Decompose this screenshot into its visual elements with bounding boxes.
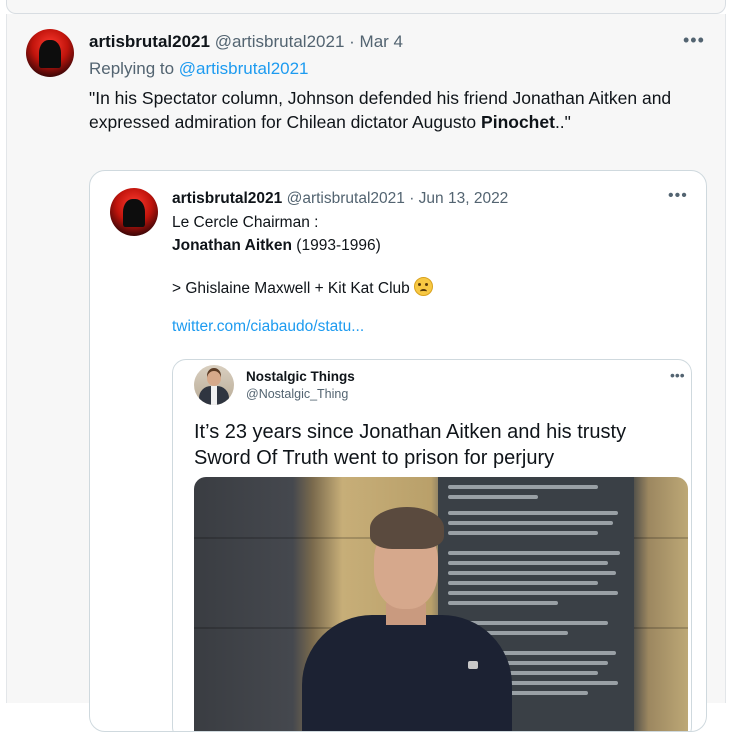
- quoted-line-2-rest: (1993-1996): [292, 237, 381, 254]
- replying-to-handle-link[interactable]: @artisbrutal2021: [179, 59, 309, 78]
- quoted-author-avatar[interactable]: [110, 188, 158, 236]
- quoted-line-1: Le Cercle Chairman :: [172, 214, 319, 231]
- sign-text-line: [448, 485, 598, 489]
- sweater-logo: [468, 661, 478, 669]
- subject-hair: [370, 507, 444, 549]
- quoted-tweet-link[interactable]: twitter.com/ciabaudo/statu...: [172, 318, 364, 336]
- embedded-author-name[interactable]: Nostalgic Things: [246, 369, 355, 384]
- quoted-tweet-date[interactable]: Jun 13, 2022: [419, 190, 509, 207]
- quoted-line-3-text: > Ghislaine Maxwell + Kit Kat Club: [172, 280, 415, 297]
- author-name[interactable]: artisbrutal2021: [89, 32, 210, 51]
- quoted-line-2: Jonathan Aitken (1993-1996): [172, 237, 381, 255]
- tweet-text-part1: "In his Spectator column, Johnson defend…: [89, 88, 672, 132]
- previous-tweet-card-bottom: [6, 0, 726, 14]
- tweet-header: artisbrutal2021 @artisbrutal2021 · Mar 4: [89, 32, 403, 52]
- tweet-date[interactable]: Mar 4: [360, 32, 403, 51]
- quoted-tweet-header: artisbrutal2021 @artisbrutal2021 · Jun 1…: [172, 190, 508, 208]
- author-avatar[interactable]: [26, 29, 74, 77]
- tweet-text: "In his Spectator column, Johnson defend…: [89, 86, 699, 134]
- more-options-icon[interactable]: •••: [683, 30, 705, 51]
- photo-subject: [302, 507, 512, 731]
- subject-sweater: [302, 615, 512, 731]
- replying-to-prefix: Replying to: [89, 59, 175, 78]
- quoted-line-2-bold: Jonathan Aitken: [172, 237, 292, 254]
- quoted-author-handle[interactable]: @artisbrutal2021: [287, 190, 405, 207]
- author-handle[interactable]: @artisbrutal2021: [215, 32, 345, 51]
- quoted-line-3: > Ghislaine Maxwell + Kit Kat Club: [172, 277, 434, 298]
- main-tweet[interactable]: artisbrutal2021 @artisbrutal2021 · Mar 4…: [6, 14, 726, 732]
- slightly-frowning-face-icon: [414, 277, 434, 296]
- embedded-tweet-card[interactable]: Nostalgic Things @Nostalgic_Thing ••• It…: [172, 359, 692, 731]
- quoted-tweet[interactable]: artisbrutal2021 @artisbrutal2021 · Jun 1…: [89, 170, 707, 732]
- tweet-text-part2: ..": [554, 112, 571, 132]
- embedded-headline: It’s 23 years since Jonathan Aitken and …: [194, 421, 627, 469]
- embedded-more-options-icon[interactable]: •••: [670, 367, 685, 383]
- sign-text-line: [448, 495, 538, 499]
- replying-to: Replying to @artisbrutal2021: [89, 59, 309, 79]
- tweet-text-bold: Pinochet: [481, 112, 555, 132]
- quoted-more-options-icon[interactable]: •••: [668, 187, 688, 205]
- previous-tweet-edge: [0, 0, 743, 14]
- nostalgic-things-avatar[interactable]: [194, 365, 234, 405]
- header-separator: ·: [349, 32, 355, 51]
- embedded-photo[interactable]: [194, 477, 688, 731]
- quoted-author-name[interactable]: artisbrutal2021: [172, 190, 282, 207]
- quoted-header-separator: ·: [409, 190, 415, 207]
- embedded-author-handle[interactable]: @Nostalgic_Thing: [246, 387, 348, 401]
